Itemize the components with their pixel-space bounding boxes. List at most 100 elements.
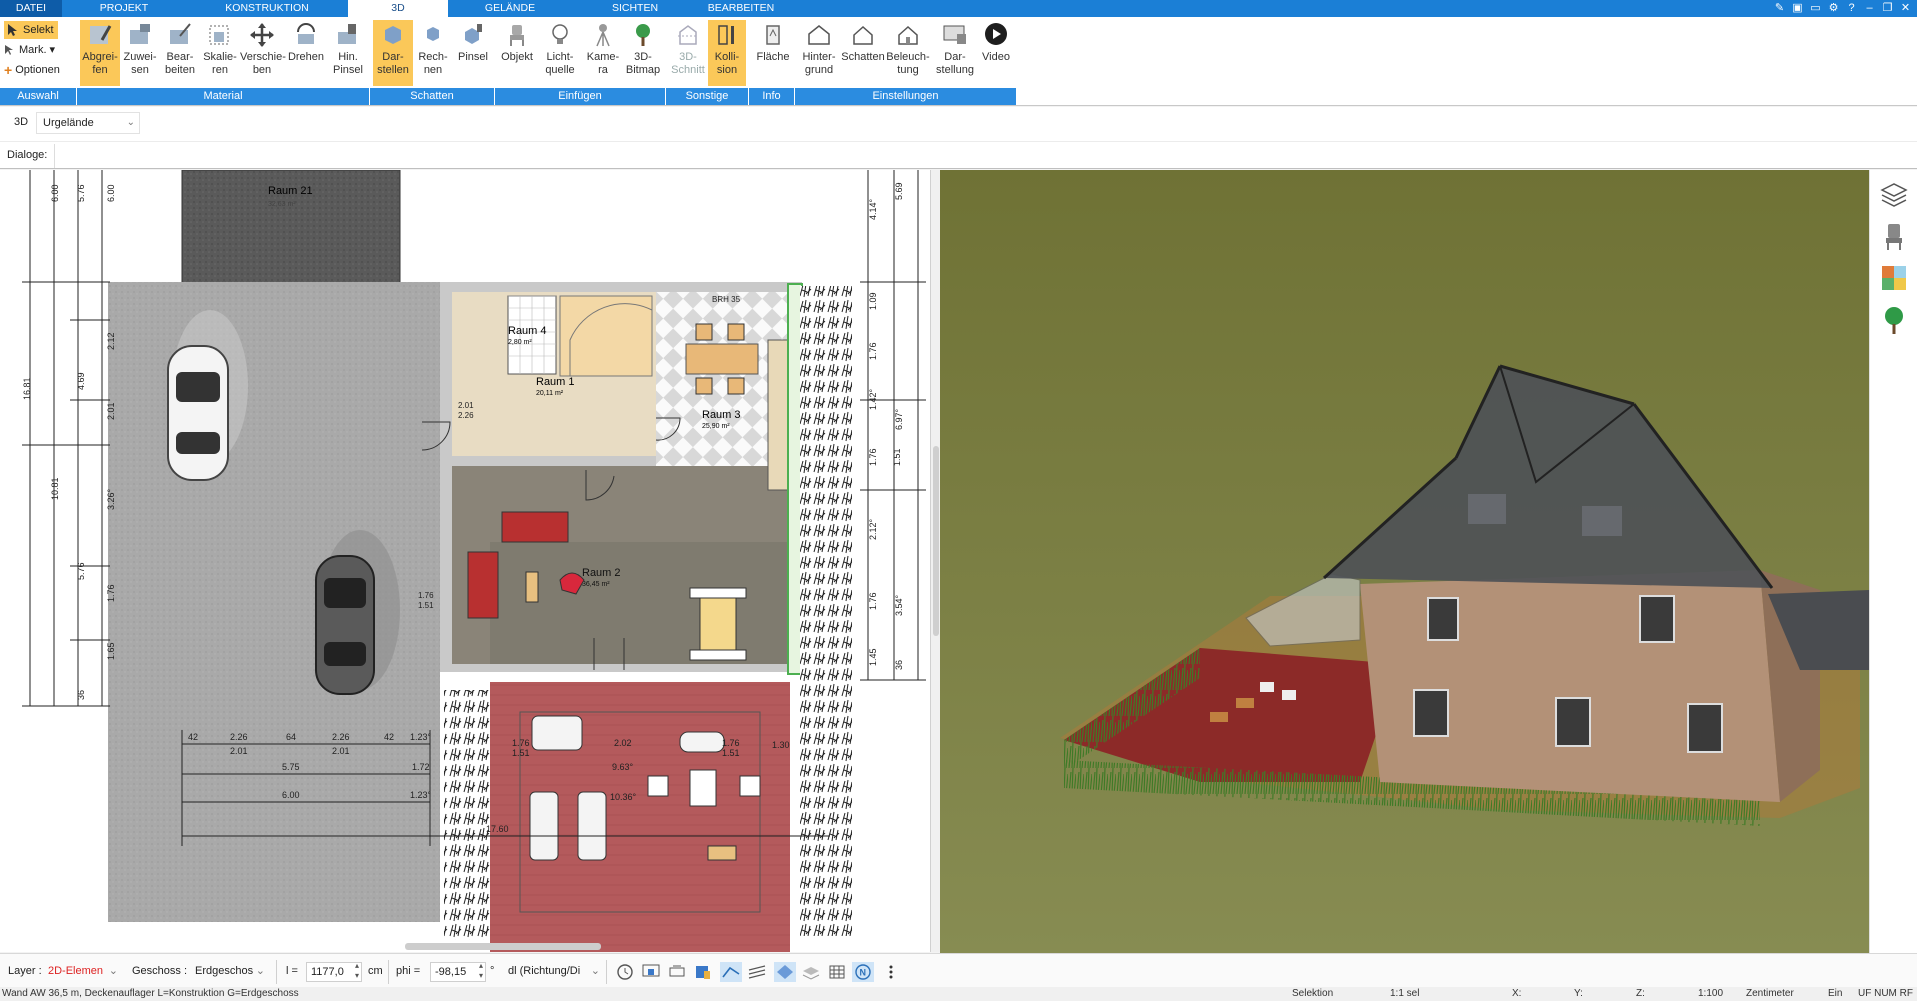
3d-view[interactable] — [940, 170, 1869, 954]
chair[interactable] — [739, 775, 761, 797]
chair[interactable] — [647, 775, 669, 797]
lichtquelle-button[interactable]: Licht- quelle — [538, 20, 582, 86]
horizontal-scrollbar-thumb[interactable] — [405, 943, 601, 950]
settings-icon[interactable]: ⚙ — [1826, 1, 1841, 16]
close-icon[interactable]: ✕ — [1898, 1, 1913, 16]
schatten-darstellen-button[interactable]: Dar- stellen — [373, 20, 413, 86]
drehen-button[interactable]: Drehen — [286, 20, 326, 86]
floor-plan-view[interactable]: Raum 21 32,63 m² Raum 4 2,80 m² Raum 1 2… — [0, 170, 930, 952]
help-icon[interactable]: ? — [1844, 1, 1859, 16]
chair[interactable] — [695, 323, 713, 341]
wall-pattern-icon[interactable] — [746, 962, 768, 982]
kollision-button[interactable]: Kolli- sion — [708, 20, 746, 86]
garden-table-small[interactable] — [707, 845, 737, 861]
grid-icon[interactable] — [826, 962, 848, 982]
layer-select[interactable]: 2D-Elemen ⌄ — [44, 962, 122, 982]
sofa[interactable] — [467, 551, 499, 619]
vertical-scrollbar[interactable] — [930, 170, 940, 952]
mark-button[interactable]: Mark. ▾ — [4, 41, 55, 59]
darstellung-button[interactable]: Dar- stellung — [932, 20, 978, 86]
minimize-icon[interactable]: – — [1862, 1, 1877, 16]
3d-schnitt-button[interactable]: 3D- Schnitt — [668, 20, 708, 86]
stepper-icon[interactable]: ▴ ▾ — [479, 961, 483, 981]
hin-pinsel-button[interactable]: Hin. Pinsel — [328, 20, 368, 86]
3d-window — [1413, 689, 1449, 737]
texture-icon[interactable] — [1878, 262, 1910, 294]
staircase[interactable] — [559, 295, 653, 377]
layers-icon[interactable] — [1878, 178, 1910, 210]
group-sonstige: Sonstige — [666, 88, 749, 105]
print-icon[interactable] — [666, 962, 688, 982]
schatten-einstellungen-button[interactable]: Schatten — [840, 20, 886, 86]
tab-datei[interactable]: DATEI — [0, 0, 62, 17]
outdoor-table[interactable] — [699, 597, 737, 651]
garden-sofa[interactable] — [531, 715, 583, 751]
direction-select[interactable]: dl (Richtung/Di ⌄ — [504, 962, 602, 982]
schatten-rechnen-button[interactable]: Rech- nen — [413, 20, 453, 86]
optionen-button[interactable]: + Optionen — [4, 61, 60, 79]
bearbeiten-button[interactable]: Bear- beiten — [160, 20, 200, 86]
sofa[interactable] — [501, 511, 569, 543]
tools-icon[interactable]: ✎ — [1772, 1, 1787, 16]
diamond-snap-icon[interactable] — [774, 962, 796, 982]
sun-lounger[interactable] — [577, 791, 607, 861]
more-options-icon[interactable] — [880, 962, 902, 982]
abgreifen-button[interactable]: Abgrei- fen — [80, 20, 120, 86]
svg-text:BRH 35: BRH 35 — [712, 295, 741, 304]
screen-icon[interactable] — [640, 962, 662, 982]
geschoss-select[interactable]: Erdgeschos ⌄ — [191, 962, 269, 982]
sun-lounger[interactable] — [529, 791, 559, 861]
layers-toggle-icon[interactable] — [800, 962, 822, 982]
beleuchtung-label: Beleuch- tung — [886, 51, 930, 76]
status-mode: Selektion — [1292, 988, 1334, 999]
floor-plan-canvas[interactable]: Raum 21 32,63 m² Raum 4 2,80 m² Raum 1 2… — [0, 170, 930, 952]
terrain-select[interactable]: Urgelände ⌄ — [36, 112, 140, 134]
tab-3d[interactable]: 3D — [348, 0, 448, 17]
save-icon[interactable]: ▣ — [1790, 1, 1805, 16]
3d-scene[interactable] — [940, 170, 1869, 954]
hedge[interactable] — [800, 286, 852, 936]
stepper-icon[interactable]: ▴ ▾ — [355, 961, 359, 981]
clock-icon[interactable] — [614, 962, 636, 982]
tab-konstruktion[interactable]: KONSTRUKTION — [186, 0, 348, 17]
monitor-icon[interactable]: ▭ — [1808, 1, 1823, 16]
section-cut-icon — [678, 25, 698, 45]
tab-projekt[interactable]: PROJEKT — [62, 0, 186, 17]
hintergrund-button[interactable]: Hinter- grund — [798, 20, 840, 86]
kamera-button[interactable]: Kame- ra — [584, 20, 622, 86]
dining-table[interactable] — [685, 343, 759, 375]
chair[interactable] — [727, 323, 745, 341]
status-selection: 1:1 sel — [1390, 988, 1420, 999]
side-table[interactable] — [525, 571, 539, 603]
selekt-button[interactable]: Selekt — [4, 21, 58, 39]
beleuchtung-button[interactable]: Beleuch- tung — [886, 20, 930, 86]
chair-icon[interactable] — [1878, 220, 1910, 252]
skalieren-button[interactable]: Skalie- ren — [200, 20, 240, 86]
garden-bench[interactable] — [679, 731, 725, 753]
zuweisen-button[interactable]: Zuwei- sen — [120, 20, 160, 86]
phi-input[interactable]: -98,15 ▴ ▾ — [430, 961, 486, 982]
flaeche-button[interactable]: Fläche — [751, 20, 795, 86]
kitchen-counter[interactable] — [767, 339, 791, 491]
glass-facade[interactable] — [787, 283, 803, 675]
tree-icon[interactable] — [1878, 304, 1910, 336]
export-icon[interactable] — [692, 962, 714, 982]
3d-house-wall[interactable] — [1360, 570, 1780, 802]
chair[interactable] — [727, 377, 745, 395]
video-button[interactable]: Video — [978, 20, 1014, 86]
plant-bed[interactable] — [444, 690, 490, 940]
restore-icon[interactable]: ❐ — [1880, 1, 1895, 16]
tab-sichten[interactable]: SICHTEN — [572, 0, 698, 17]
3d-bitmap-button[interactable]: 3D- Bitmap — [622, 20, 664, 86]
objekt-button[interactable]: Objekt — [496, 20, 538, 86]
snap-line-icon[interactable] — [720, 962, 742, 982]
north-icon[interactable]: N — [852, 962, 874, 982]
garden-table[interactable] — [689, 769, 717, 807]
tab-gelaende[interactable]: GELÄNDE — [448, 0, 572, 17]
verschieben-button[interactable]: Verschie- ben — [240, 20, 286, 86]
length-input[interactable]: 1177,0 ▴ ▾ — [306, 961, 362, 982]
schatten-pinsel-button[interactable]: Pinsel — [453, 20, 493, 86]
tab-bearbeiten[interactable]: BEARBEITEN — [698, 0, 784, 17]
chair[interactable] — [695, 377, 713, 395]
scrollbar-thumb[interactable] — [933, 446, 939, 636]
